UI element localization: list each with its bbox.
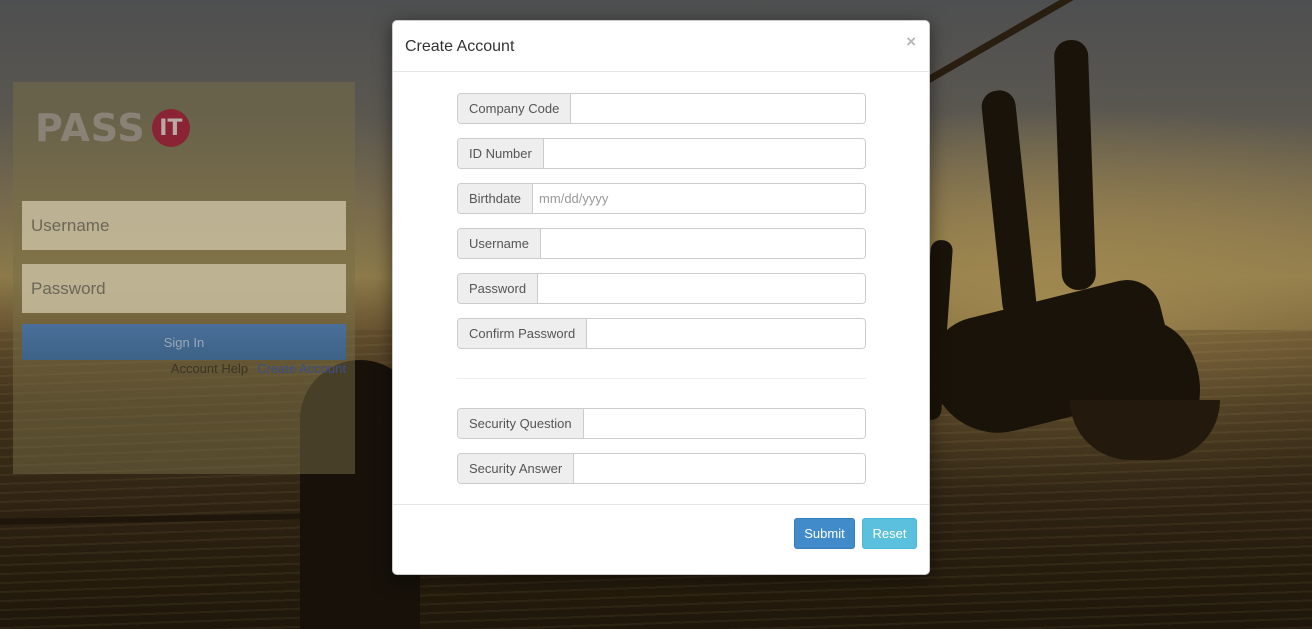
form-divider (457, 378, 866, 379)
confirm-password-label: Confirm Password (458, 319, 588, 348)
account-help-link[interactable]: Account Help (171, 361, 248, 376)
password-field[interactable] (538, 274, 865, 303)
password-label: Password (458, 274, 539, 303)
login-password-input[interactable]: Password (22, 264, 346, 313)
security-answer-field[interactable] (574, 454, 865, 483)
security-answer-label: Security Answer (458, 454, 575, 483)
security-answer-group: Security Answer (457, 453, 866, 484)
sign-in-button[interactable]: Sign In (22, 324, 346, 360)
security-question-label: Security Question (458, 409, 584, 438)
username-group: Username (457, 228, 866, 259)
birthdate-label: Birthdate (458, 184, 534, 213)
passit-logo: PASS IT (35, 106, 190, 150)
login-links: Account Help Create Account (171, 361, 346, 376)
username-field[interactable] (540, 229, 865, 258)
create-account-link[interactable]: Create Account (257, 361, 346, 376)
logo-badge: IT (151, 109, 190, 147)
birthdate-group: Birthdate (457, 183, 866, 214)
create-account-modal: Create Account × Company Code ID Number … (392, 20, 930, 575)
modal-footer: Submit Reset (393, 504, 929, 575)
confirm-password-field[interactable] (587, 319, 865, 348)
confirm-password-group: Confirm Password (457, 318, 866, 349)
password-group: Password (457, 273, 866, 304)
birthdate-field[interactable] (533, 184, 865, 213)
username-label: Username (458, 229, 541, 258)
id-number-group: ID Number (457, 138, 866, 169)
security-question-field[interactable] (583, 409, 865, 438)
login-panel: PASS IT Username Password Sign In Accoun… (13, 82, 355, 474)
security-question-group: Security Question (457, 408, 866, 439)
reset-button[interactable]: Reset (862, 518, 917, 549)
id-number-label: ID Number (458, 139, 544, 168)
close-icon[interactable]: × (906, 32, 916, 52)
modal-header: Create Account × (393, 21, 929, 72)
modal-title: Create Account (405, 38, 515, 55)
company-code-label: Company Code (458, 94, 572, 123)
modal-body: Company Code ID Number Birthdate Usernam… (393, 72, 929, 504)
company-code-field[interactable] (571, 94, 865, 123)
company-code-group: Company Code (457, 93, 866, 124)
id-number-field[interactable] (543, 139, 865, 168)
submit-button[interactable]: Submit (794, 518, 855, 549)
logo-text: PASS (35, 106, 146, 150)
login-username-input[interactable]: Username (22, 201, 346, 250)
